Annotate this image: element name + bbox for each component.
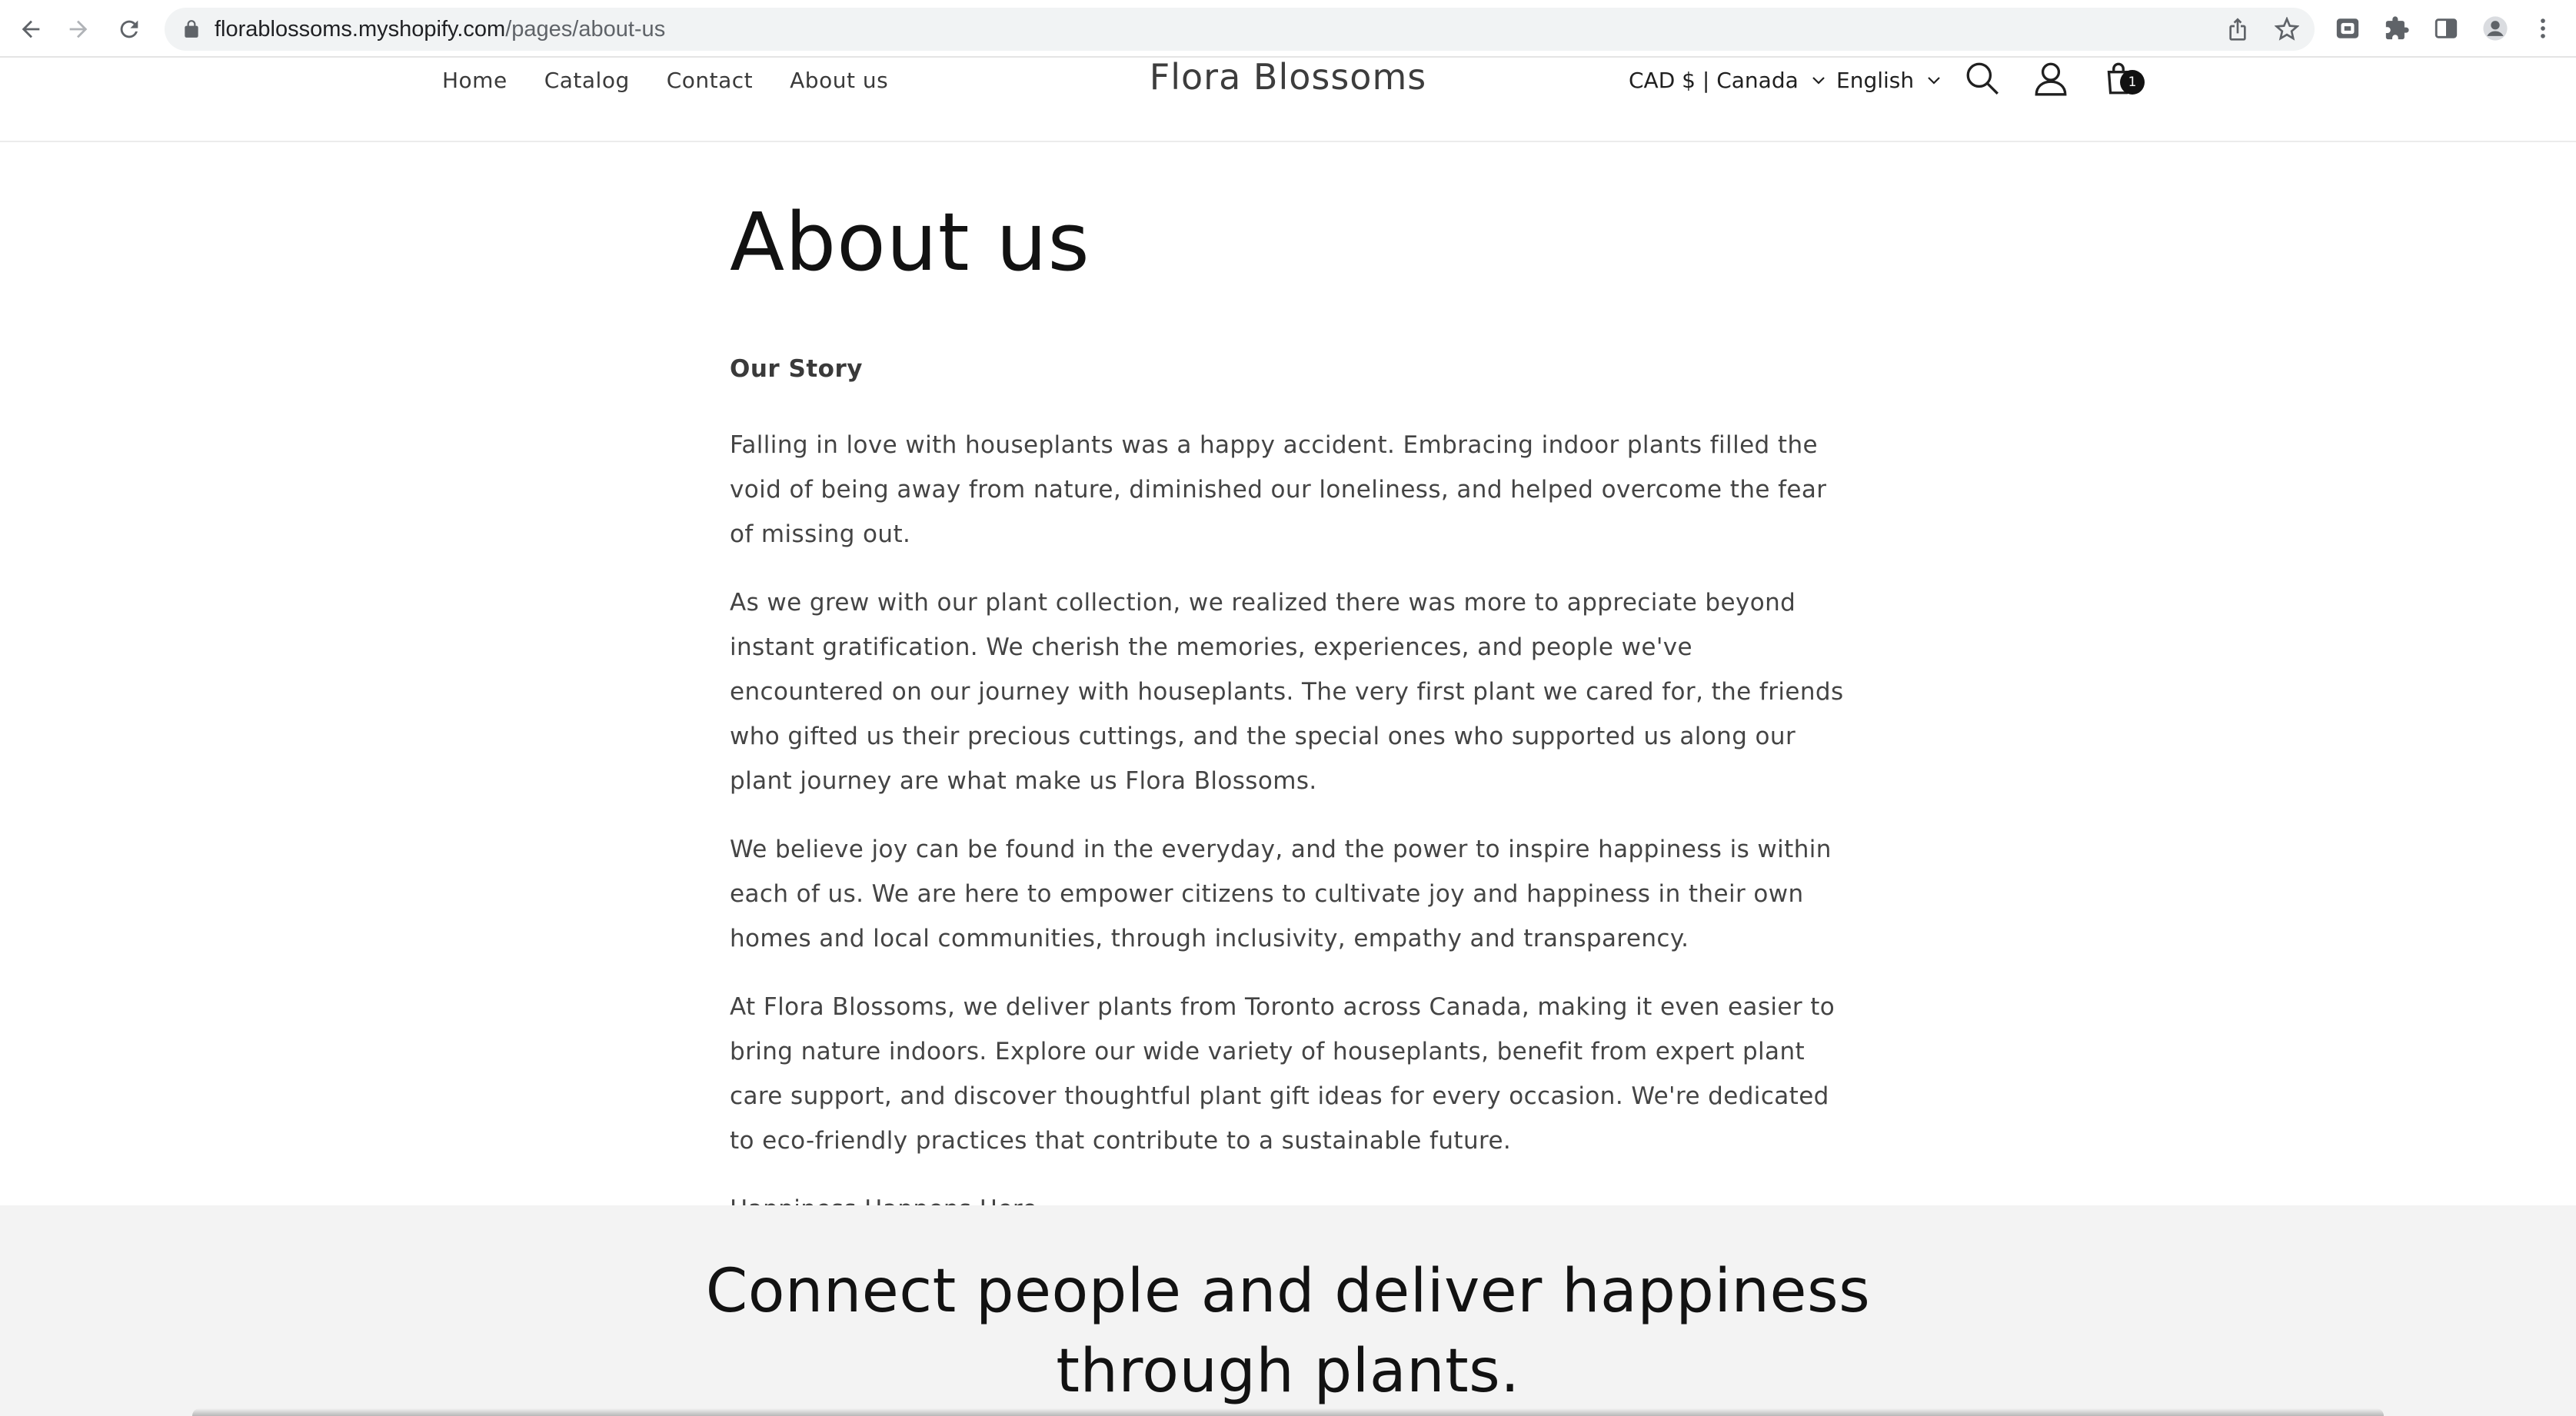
kebab-menu-icon[interactable] bbox=[2530, 15, 2556, 42]
banner-heading: Connect people and deliver happiness thr… bbox=[705, 1257, 1871, 1406]
main-nav: Home Catalog Contact About us bbox=[442, 65, 925, 96]
profile-icon[interactable] bbox=[2482, 15, 2508, 42]
paragraph-2: As we grew with our plant collection, we… bbox=[730, 589, 1844, 795]
cart-count-badge: 1 bbox=[2120, 70, 2145, 95]
back-button[interactable] bbox=[14, 12, 48, 46]
store-header: Home Catalog Contact About us Flora Blos… bbox=[0, 58, 2576, 142]
page-title: About us bbox=[730, 195, 1090, 289]
back-arrow-icon bbox=[22, 20, 40, 38]
account-icon[interactable] bbox=[2032, 59, 2070, 98]
browser-toolbar: florablossoms.myshopify.com/pages/about-… bbox=[0, 0, 2576, 58]
paragraph-3: We believe joy can be found in the every… bbox=[730, 836, 1832, 952]
search-icon[interactable] bbox=[1963, 59, 2002, 98]
overlay-shadow bbox=[192, 1408, 2384, 1416]
language-label: English bbox=[1836, 68, 1915, 93]
nav-about-us[interactable]: About us bbox=[790, 65, 888, 96]
reload-icon bbox=[120, 20, 138, 38]
forward-button[interactable] bbox=[62, 12, 95, 46]
forward-arrow-icon bbox=[69, 20, 88, 38]
url-host: florablossoms.myshopify.com bbox=[215, 17, 506, 42]
lock-icon[interactable] bbox=[181, 19, 201, 39]
nav-catalog[interactable]: Catalog bbox=[544, 65, 630, 96]
chevron-down-icon bbox=[1812, 77, 1825, 85]
star-icon[interactable] bbox=[2275, 17, 2299, 42]
currency-label: CAD $ | Canada bbox=[1629, 68, 1799, 93]
extension-icon[interactable] bbox=[2335, 15, 2361, 42]
url-path: /pages/about-us bbox=[505, 17, 666, 42]
page-content: About us Our Story Falling in love with … bbox=[730, 192, 1852, 1255]
paragraph-4: At Flora Blossoms, we deliver plants fro… bbox=[730, 993, 1835, 1155]
story-heading: Our Story bbox=[730, 355, 863, 383]
puzzle-icon[interactable] bbox=[2384, 15, 2410, 42]
language-selector[interactable]: English bbox=[1836, 65, 1943, 96]
currency-selector[interactable]: CAD $ | Canada bbox=[1629, 65, 1828, 96]
address-bar[interactable]: florablossoms.myshopify.com/pages/about-… bbox=[165, 8, 2315, 51]
store-logo-wrap: Flora Blossoms bbox=[0, 58, 2576, 96]
paragraph-1: Falling in love with houseplants was a h… bbox=[730, 431, 1827, 548]
nav-contact[interactable]: Contact bbox=[667, 65, 753, 96]
chevron-down-icon bbox=[1928, 77, 1940, 85]
side-panel-icon[interactable] bbox=[2433, 15, 2459, 42]
url-text[interactable]: florablossoms.myshopify.com/pages/about-… bbox=[215, 16, 665, 42]
nav-home[interactable]: Home bbox=[442, 65, 508, 96]
mission-banner: Connect people and deliver happiness thr… bbox=[0, 1205, 2576, 1416]
store-logo[interactable]: Flora Blossoms bbox=[1150, 56, 1426, 98]
reload-button[interactable] bbox=[112, 12, 146, 46]
share-icon[interactable] bbox=[2225, 17, 2250, 42]
